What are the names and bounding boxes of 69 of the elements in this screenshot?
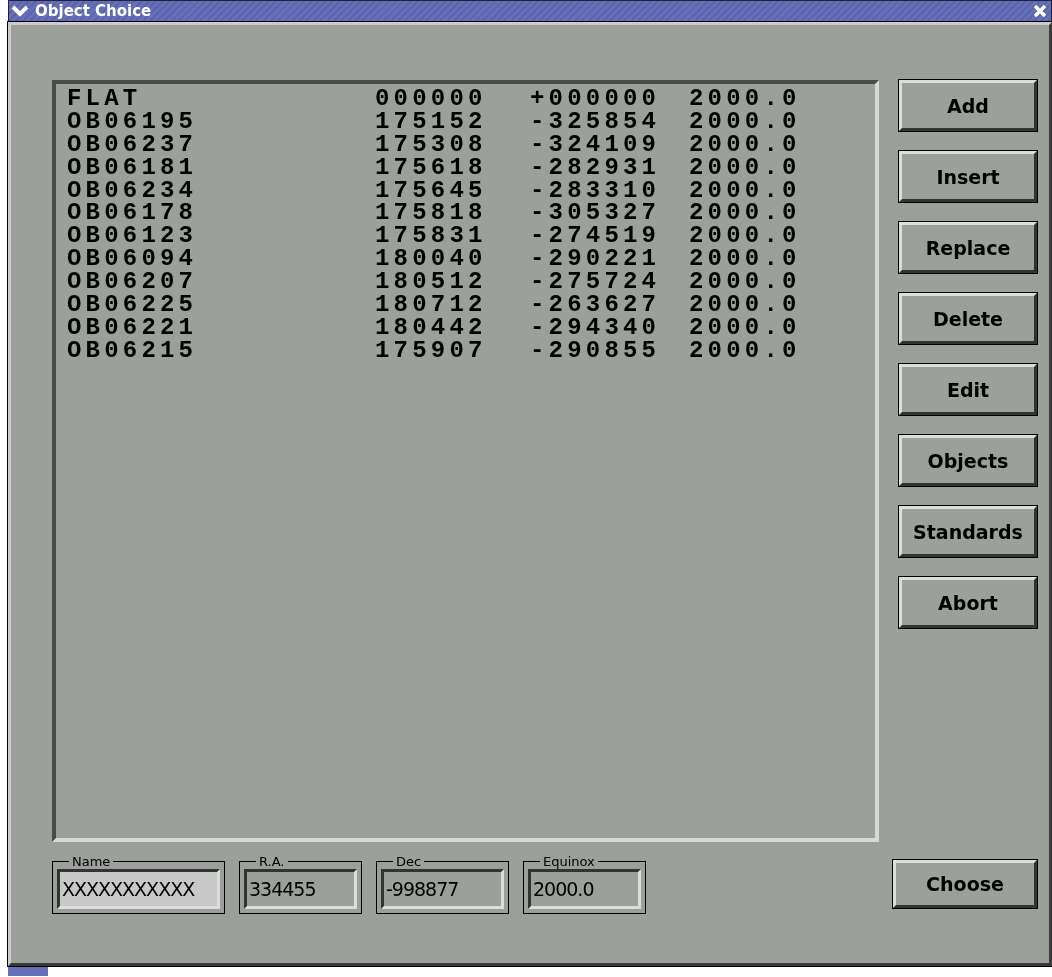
ra-value: 180442 [375, 316, 488, 340]
dec-value: -263627 [530, 294, 662, 317]
equinox-value: 2000.0 [689, 225, 801, 249]
dec-value: -325854 [530, 110, 662, 134]
object-name: OB06207 [67, 271, 199, 294]
input-field[interactable]: 2000.0 [528, 869, 641, 909]
dec-value: +000000 [530, 88, 662, 111]
object-name: OB06221 [67, 316, 199, 340]
object-name: OB06178 [67, 202, 199, 226]
close-icon[interactable] [1033, 4, 1047, 18]
object-list[interactable] [52, 80, 879, 842]
action-button[interactable]: Edit [899, 364, 1037, 415]
action-button[interactable]: Standards [899, 506, 1037, 557]
object-name: OB06237 [67, 133, 199, 157]
action-button[interactable]: Replace [899, 222, 1037, 273]
ra-value: 000000 [375, 88, 488, 111]
dec-value: -290855 [530, 339, 662, 363]
equinox-value: 2000.0 [689, 110, 801, 134]
object-name: OB06234 [67, 179, 199, 203]
input-field[interactable]: XXXXXXXXXXX [57, 869, 220, 909]
equinox-value: 2000.0 [689, 271, 801, 294]
object-name: OB06225 [67, 294, 199, 317]
ra-value: 175308 [375, 133, 488, 157]
field-label: Equinox [542, 854, 596, 869]
ra-value: 180040 [375, 248, 488, 272]
action-button[interactable]: Objects [899, 435, 1037, 486]
ra-value: 180512 [375, 271, 488, 294]
action-button[interactable]: Delete [899, 293, 1037, 344]
object-name: OB06215 [67, 339, 199, 363]
object-name: OB06181 [67, 156, 199, 180]
dec-value: -305327 [530, 202, 662, 226]
equinox-value: 2000.0 [689, 294, 801, 317]
ra-value: 175618 [375, 156, 488, 180]
equinox-value: 2000.0 [689, 202, 801, 226]
action-button[interactable]: Insert [899, 151, 1037, 202]
dec-value: -294340 [530, 316, 662, 340]
object-name: OB06195 [67, 110, 199, 134]
input-field[interactable]: 334455 [244, 869, 357, 909]
object-name: FLAT [67, 88, 143, 111]
ra-value: 175831 [375, 225, 488, 249]
input-field[interactable]: -998877 [381, 869, 504, 909]
action-button[interactable]: Abort [899, 577, 1037, 628]
ra-value: 175152 [375, 110, 488, 134]
object-name: OB06123 [67, 225, 199, 249]
window-title: Object Choice [35, 2, 153, 20]
action-button[interactable]: Add [899, 80, 1037, 131]
ra-value: 175818 [375, 202, 488, 226]
field-label: Dec [395, 854, 423, 869]
dec-value: -290221 [530, 248, 662, 272]
equinox-value: 2000.0 [689, 133, 801, 157]
chevron-down-icon[interactable] [11, 4, 29, 18]
dec-value: -282931 [530, 156, 662, 180]
equinox-value: 2000.0 [689, 88, 801, 111]
equinox-value: 2000.0 [689, 316, 801, 340]
field-label: R.A. [258, 854, 286, 869]
equinox-value: 2000.0 [689, 156, 801, 180]
field-label: Name [71, 854, 112, 869]
dec-value: -283310 [530, 179, 662, 203]
dec-value: -324109 [530, 133, 662, 157]
equinox-value: 2000.0 [689, 339, 801, 363]
ra-value: 175907 [375, 339, 488, 363]
dec-value: -275724 [530, 271, 662, 294]
equinox-value: 2000.0 [689, 179, 801, 203]
object-name: OB06094 [67, 248, 199, 272]
ra-value: 175645 [375, 179, 488, 203]
dec-value: -274519 [530, 225, 662, 249]
choose-button[interactable]: Choose [893, 860, 1037, 908]
equinox-value: 2000.0 [689, 248, 801, 272]
ra-value: 180712 [375, 294, 488, 317]
